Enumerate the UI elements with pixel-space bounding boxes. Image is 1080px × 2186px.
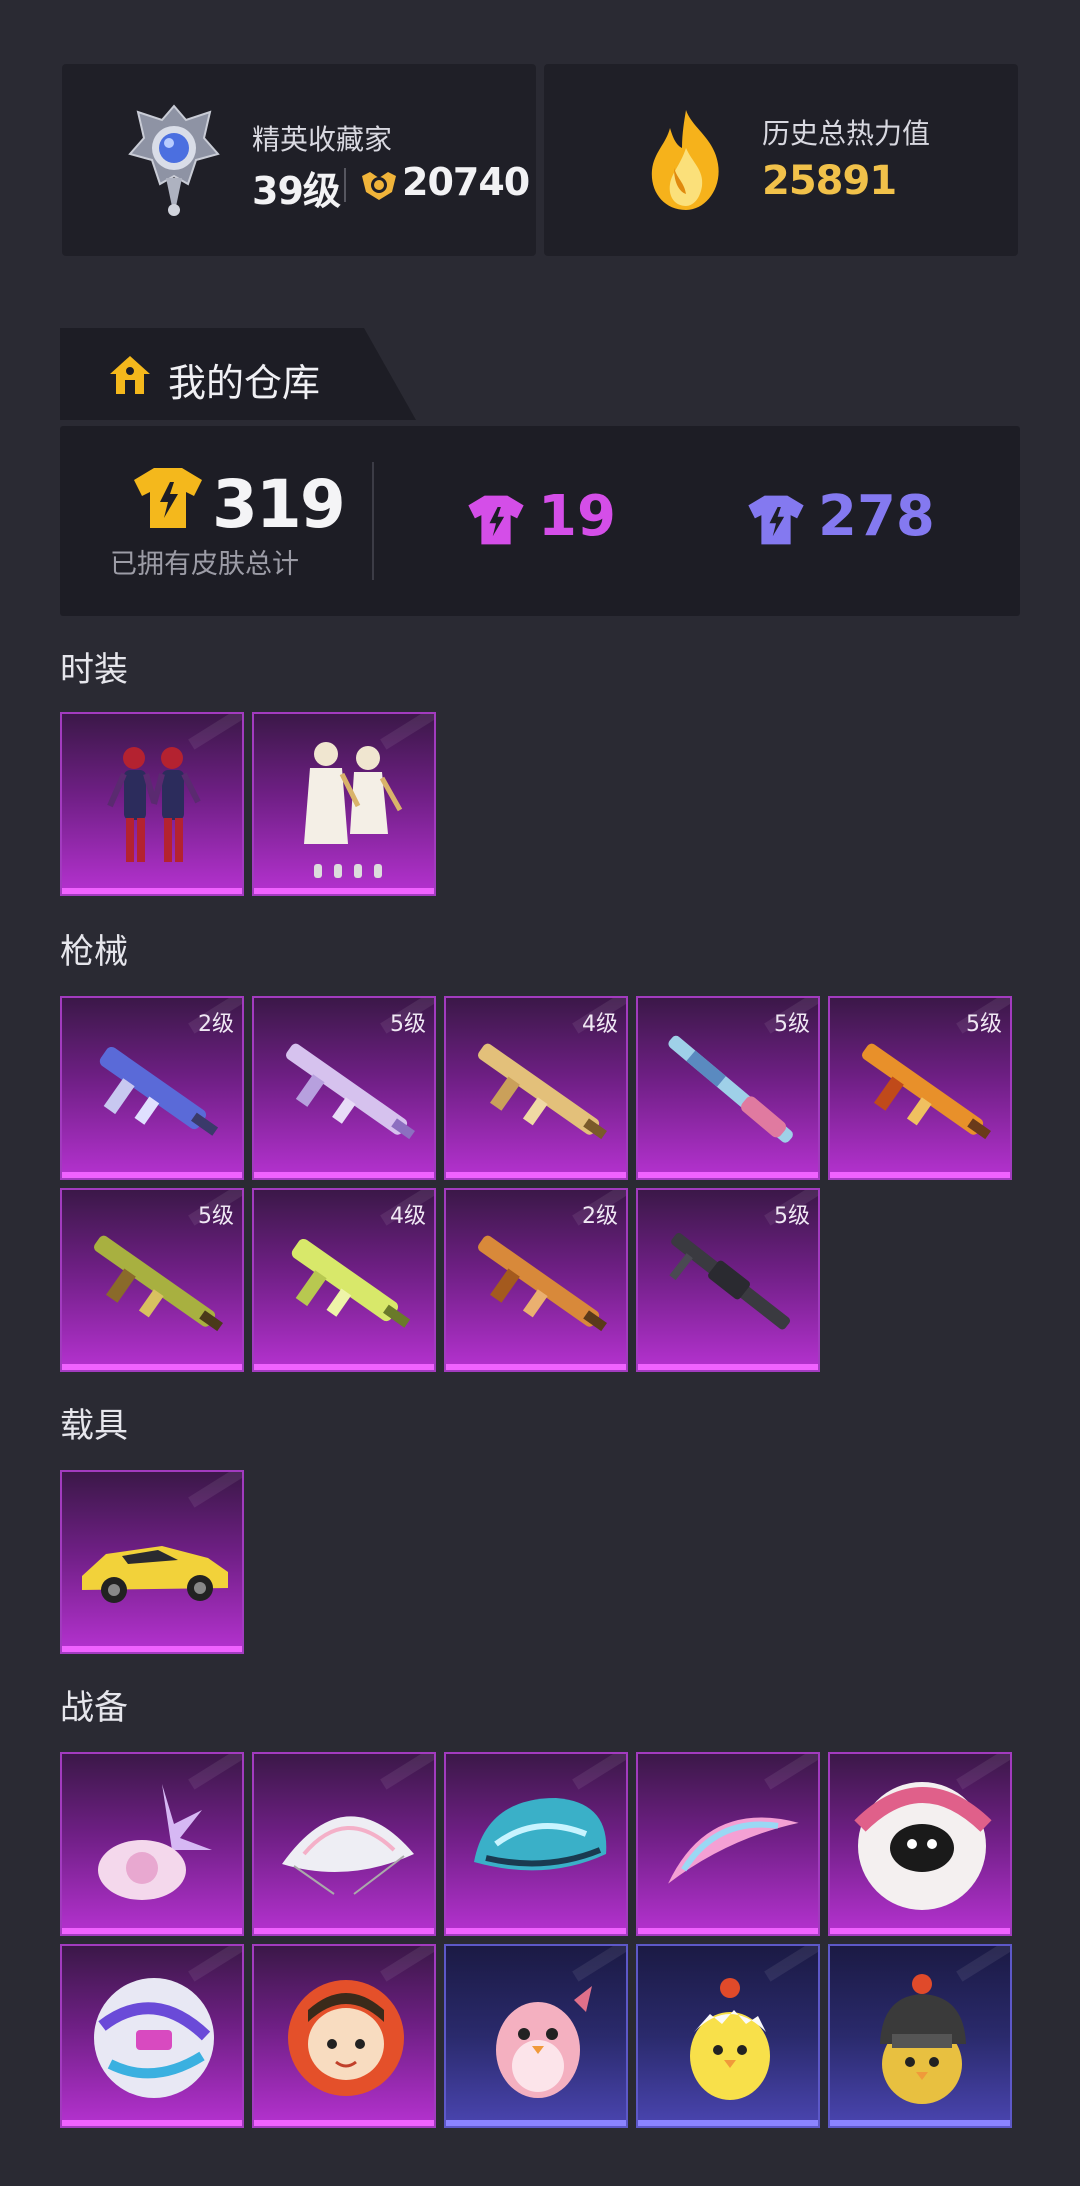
pink-bird-icon — [496, 1986, 592, 2098]
gear-item-9[interactable] — [636, 1944, 820, 2128]
outfit-item-2[interactable] — [252, 712, 436, 896]
vehicle-item-1[interactable] — [60, 1470, 244, 1654]
section-title-vehicles: 载具 — [60, 1406, 128, 1446]
heat-card: 历史总热力值 25891 — [544, 64, 1018, 256]
gear-item-10[interactable] — [828, 1944, 1012, 2128]
glider-icon — [668, 1817, 799, 1884]
collector-card: 精英收藏家 39级 20740 — [62, 64, 536, 256]
gun-item-3[interactable]: 4级 — [444, 996, 628, 1180]
gun-item-8[interactable]: 2级 — [444, 1188, 628, 1372]
section-title-gear: 战备 — [60, 1688, 128, 1728]
gear-item-6[interactable] — [60, 1944, 244, 2128]
blue-shirt-icon — [748, 495, 804, 545]
tab-label: 我的仓库 — [168, 361, 321, 405]
gun-item-2[interactable]: 5级 — [252, 996, 436, 1180]
crystal-bag-icon — [98, 1784, 212, 1900]
helmet-chick-icon — [880, 1974, 966, 2104]
rifle-icon — [94, 1235, 223, 1332]
collector-medal-icon — [128, 104, 220, 216]
blue-skin-count: 278 — [818, 484, 935, 549]
gear-item-5[interactable] — [828, 1752, 1012, 1936]
gun-item-4[interactable]: 5级 — [636, 996, 820, 1180]
parachute-icon — [282, 1816, 414, 1895]
heat-title: 历史总热力值 — [762, 117, 931, 150]
outfit-item-1[interactable] — [60, 712, 244, 896]
sports-car-icon — [82, 1546, 228, 1603]
yellow-chick-icon — [690, 1978, 770, 2100]
tab-my-warehouse[interactable]: 我的仓库 — [60, 328, 416, 420]
collector-title: 精英收藏家 — [252, 123, 393, 156]
smg-icon — [291, 1238, 411, 1328]
rifle-icon — [286, 1043, 415, 1140]
total-skin-count: 319 — [212, 466, 346, 543]
gun-item-1[interactable]: 2级 — [60, 996, 244, 1180]
gear-item-4[interactable] — [636, 1752, 820, 1936]
summary-divider — [372, 462, 374, 580]
heat-value: 25891 — [762, 158, 897, 204]
level-divider — [344, 168, 346, 202]
gun-item-5[interactable]: 5级 — [828, 996, 1012, 1180]
section-title-guns: 枪械 — [60, 932, 128, 972]
gear-item-8[interactable] — [444, 1944, 628, 2128]
flame-icon — [651, 110, 719, 210]
house-icon — [110, 356, 150, 394]
player-level: 39级 — [252, 169, 341, 213]
purple-skin-count: 19 — [538, 484, 616, 549]
total-skin-label: 已拥有皮肤总计 — [110, 549, 299, 580]
section-title-outfit: 时装 — [60, 650, 128, 690]
white-costume-icon — [304, 742, 403, 878]
shotgun-icon — [668, 1035, 793, 1143]
cat-parachute-icon — [854, 1782, 992, 1910]
helmet-icon — [474, 1798, 607, 1871]
gear-item-2[interactable] — [252, 1752, 436, 1936]
coin-count: 20740 — [402, 160, 530, 204]
gun-item-7[interactable]: 4级 — [252, 1188, 436, 1372]
gold-shirt-icon — [134, 468, 202, 528]
rifle-icon — [478, 1043, 607, 1140]
coin-icon — [362, 172, 396, 200]
graffiti-parachute-icon — [94, 1978, 214, 2098]
skin-summary: 319 已拥有皮肤总计 19 278 — [60, 426, 1020, 616]
gun-item-6[interactable]: 5级 — [60, 1188, 244, 1372]
gear-item-1[interactable] — [60, 1752, 244, 1936]
gear-item-7[interactable] — [252, 1944, 436, 2128]
gear-item-3[interactable] — [444, 1752, 628, 1936]
lmg-icon — [669, 1232, 791, 1330]
face-parachute-icon — [288, 1980, 404, 2096]
red-costume-icon — [107, 747, 201, 862]
rifle-icon — [478, 1235, 607, 1332]
smg-icon — [99, 1046, 219, 1136]
gun-item-9[interactable]: 5级 — [636, 1188, 820, 1372]
rifle-icon — [862, 1043, 991, 1140]
purple-shirt-icon — [468, 495, 524, 545]
